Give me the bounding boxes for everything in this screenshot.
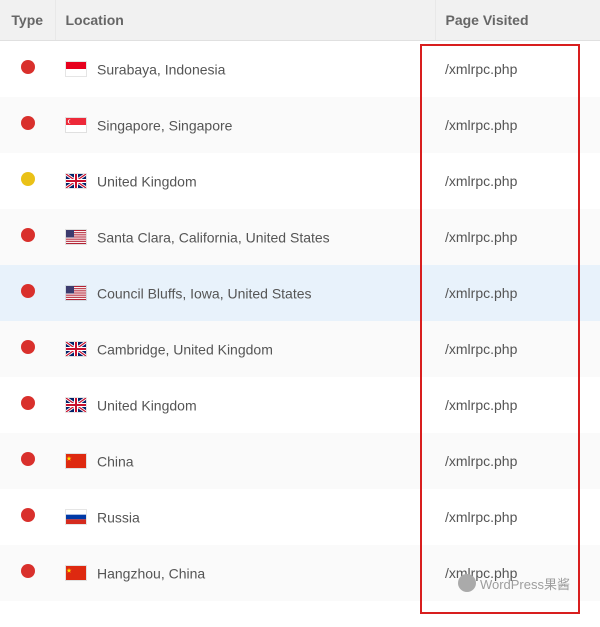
page-visited-cell: /xmlrpc.php [435,321,600,377]
location-cell: Russia [55,489,435,545]
location-cell: China [55,433,435,489]
header-type[interactable]: Type [0,0,55,41]
location-cell: Santa Clara, California, United States [55,209,435,265]
watermark-icon [458,574,476,592]
type-dot-icon [21,116,35,130]
location-text: China [97,453,134,469]
location-text: Council Bluffs, Iowa, United States [97,285,312,301]
header-row: Type Location Page Visited [0,0,600,41]
flag-icon [65,61,87,77]
table-row[interactable]: Surabaya, Indonesia/xmlrpc.php [0,41,600,97]
flag-icon [65,397,87,413]
type-dot-icon [21,340,35,354]
table-row[interactable]: Santa Clara, California, United States/x… [0,209,600,265]
type-cell [0,489,55,545]
type-dot-icon [21,60,35,74]
table-row[interactable]: Cambridge, United Kingdom/xmlrpc.php [0,321,600,377]
location-text: Cambridge, United Kingdom [97,341,273,357]
page-visited-cell: /xmlrpc.php [435,97,600,153]
page-visited-cell: /xmlrpc.php [435,209,600,265]
type-dot-icon [21,284,35,298]
table-row[interactable]: China/xmlrpc.php [0,433,600,489]
location-text: Russia [97,509,140,525]
location-cell: Singapore, Singapore [55,97,435,153]
location-text: United Kingdom [97,397,197,413]
flag-icon [65,509,87,525]
flag-icon [65,285,87,301]
flag-icon [65,565,87,581]
flag-icon [65,453,87,469]
page-visited-cell: /xmlrpc.php [435,377,600,433]
table-row[interactable]: Russia/xmlrpc.php [0,489,600,545]
type-cell [0,41,55,97]
page-visited-cell: /xmlrpc.php [435,265,600,321]
page-visited-cell: /xmlrpc.php [435,153,600,209]
type-cell [0,209,55,265]
page-visited-cell: /xmlrpc.php [435,433,600,489]
type-cell [0,265,55,321]
table-row[interactable]: Singapore, Singapore/xmlrpc.php [0,97,600,153]
table-row[interactable]: Council Bluffs, Iowa, United States/xmlr… [0,265,600,321]
type-cell [0,545,55,601]
type-dot-icon [21,396,35,410]
location-cell: Cambridge, United Kingdom [55,321,435,377]
type-dot-icon [21,452,35,466]
header-page[interactable]: Page Visited [435,0,600,41]
type-cell [0,433,55,489]
watermark-text: WordPress果酱 [480,574,570,593]
watermark: WordPress果酱 [458,574,570,593]
type-dot-icon [21,508,35,522]
flag-icon [65,229,87,245]
type-cell [0,153,55,209]
location-text: Santa Clara, California, United States [97,229,330,245]
header-location[interactable]: Location [55,0,435,41]
location-cell: Surabaya, Indonesia [55,41,435,97]
type-cell [0,377,55,433]
flag-icon [65,173,87,189]
location-text: Hangzhou, China [97,565,205,581]
location-cell: Hangzhou, China [55,545,435,601]
location-text: Surabaya, Indonesia [97,61,225,77]
location-cell: United Kingdom [55,153,435,209]
type-cell [0,97,55,153]
table-row[interactable]: United Kingdom/xmlrpc.php [0,153,600,209]
location-cell: United Kingdom [55,377,435,433]
page-visited-cell: /xmlrpc.php [435,41,600,97]
location-text: Singapore, Singapore [97,117,232,133]
location-cell: Council Bluffs, Iowa, United States [55,265,435,321]
flag-icon [65,341,87,357]
flag-icon [65,117,87,133]
type-dot-icon [21,564,35,578]
page-visited-cell: /xmlrpc.php [435,489,600,545]
traffic-table: Type Location Page Visited Surabaya, Ind… [0,0,600,601]
table-row[interactable]: United Kingdom/xmlrpc.php [0,377,600,433]
type-dot-icon [21,228,35,242]
location-text: United Kingdom [97,173,197,189]
type-cell [0,321,55,377]
type-dot-icon [21,172,35,186]
